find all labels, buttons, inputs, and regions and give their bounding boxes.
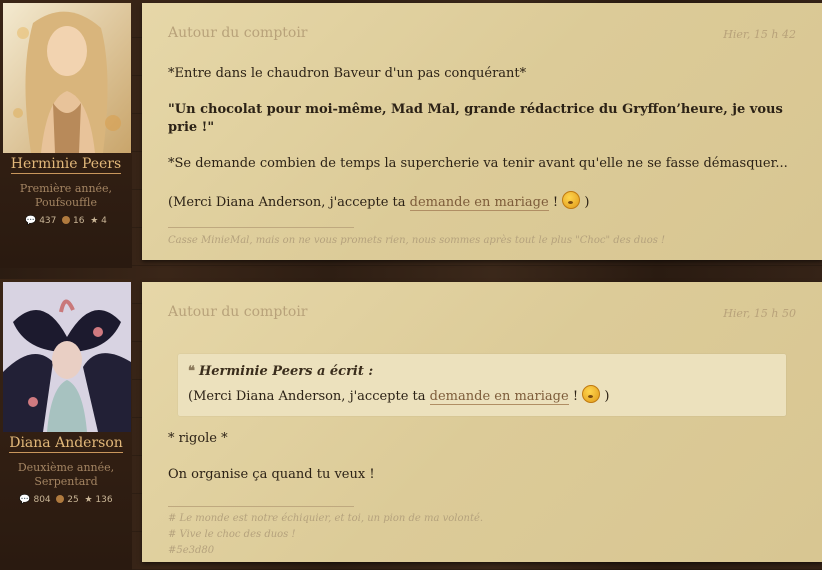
post-title[interactable]: Autour du comptoir: [168, 25, 308, 41]
user-rank: Première année, Poufsouffle: [19, 182, 113, 209]
username[interactable]: Herminie Peers: [0, 156, 132, 174]
user-rank: Deuxième année, Serpentard: [17, 461, 115, 488]
user-profile-panel: Herminie Peers Première année, Poufsouff…: [0, 0, 132, 268]
quote-mark-icon: ❝: [188, 364, 195, 379]
star-icon: ★: [84, 495, 93, 505]
signature-separator: [168, 227, 354, 228]
speech-bubble-icon: 💬: [25, 216, 37, 226]
post-line: *Entre dans le chaudron Baveur d'un pas …: [168, 66, 527, 81]
signature: Casse MinieMal, mais on ne vous promets …: [168, 235, 666, 246]
speech-bubble-icon: 💬: [19, 495, 31, 505]
avatar[interactable]: [3, 282, 131, 432]
post-title[interactable]: Autour du comptoir: [168, 304, 308, 320]
post-line: On organise ça quand tu veux !: [168, 467, 375, 482]
post-line: *Se demande combien de temps la superche…: [168, 156, 788, 171]
signature: # Le monde est notre échiquier, et toi, …: [168, 513, 484, 556]
signature-separator: [168, 506, 354, 507]
user-stats: 💬 804 25 ★ 136: [19, 495, 113, 505]
post-body: * rigole * On organise ça quand tu veux …: [168, 430, 798, 502]
message-box: Autour du comptoir Hier, 15 h 42 *Entre …: [142, 3, 822, 260]
user-stats: 💬 437 16 ★ 4: [25, 216, 107, 226]
post-date: Hier, 15 h 50: [723, 307, 796, 320]
avatar[interactable]: [3, 3, 131, 153]
post-line: * rigole *: [168, 431, 228, 446]
marriage-link[interactable]: demande en mariage: [409, 195, 549, 211]
post-body: *Entre dans le chaudron Baveur d'un pas …: [168, 65, 798, 230]
forum-post: Diana Anderson Deuxième année, Serpentar…: [0, 279, 822, 570]
user-profile-panel: Diana Anderson Deuxième année, Serpentar…: [0, 279, 132, 570]
quote-block: ❝ Herminie Peers a écrit : (Merci Diana A…: [178, 354, 786, 416]
post-date: Hier, 15 h 42: [723, 28, 796, 41]
post-line: (Merci Diana Anderson, j'accepte ta dema…: [168, 191, 798, 212]
marriage-link[interactable]: demande en mariage: [429, 389, 569, 405]
coin-icon: [56, 495, 65, 503]
post-line-bold: "Un chocolat pour moi-même, Mad Mal, gra…: [168, 102, 783, 135]
quote-text: (Merci Diana Anderson, j'accepte ta dema…: [188, 385, 609, 405]
star-icon: ★: [90, 216, 99, 226]
coin-icon: [62, 216, 71, 224]
smiley-emoji-icon: [562, 191, 581, 209]
forum-post: Herminie Peers Première année, Poufsouff…: [0, 0, 822, 268]
username[interactable]: Diana Anderson: [0, 435, 132, 453]
quote-author: ❝ Herminie Peers a écrit :: [188, 364, 374, 379]
message-box: Autour du comptoir Hier, 15 h 50 ❝ Hermin…: [142, 282, 822, 562]
smiley-emoji-icon: [582, 385, 601, 403]
